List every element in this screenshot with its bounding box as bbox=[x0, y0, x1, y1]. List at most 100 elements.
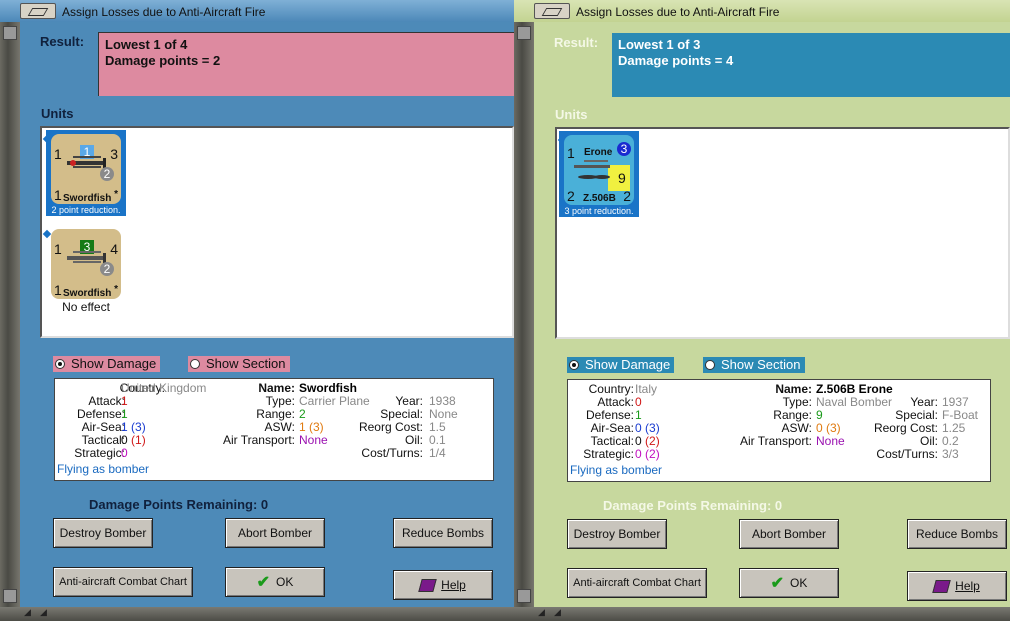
window-frame-bottom: ◢ ◢ bbox=[0, 607, 514, 621]
counter-name: Swordfish bbox=[63, 288, 112, 299]
reduce-bombs-label: Reduce Bombs bbox=[401, 526, 485, 540]
abort-bomber-button[interactable]: Abort Bomber bbox=[739, 519, 839, 549]
window-frame-bottom: ◢ ◢ bbox=[514, 607, 1010, 621]
damage-points-remaining: Damage Points Remaining: 0 bbox=[89, 497, 269, 512]
checkmark-icon: ✔ bbox=[770, 575, 785, 592]
destroy-bomber-button[interactable]: Destroy Bomber bbox=[567, 519, 667, 549]
result-label: Result: bbox=[40, 34, 85, 49]
window-title: Assign Losses due to Anti-Aircraft Fire bbox=[62, 5, 266, 19]
show-section-label: Show Section bbox=[721, 357, 801, 372]
abort-bomber-button[interactable]: Abort Bomber bbox=[225, 518, 325, 548]
title-bar[interactable]: Assign Losses due to Anti-Aircraft Fire bbox=[0, 0, 514, 22]
show-damage-radio[interactable]: Show Damage bbox=[53, 356, 161, 372]
counter-star: * bbox=[114, 189, 118, 200]
radio-unchecked-icon bbox=[705, 360, 715, 370]
resize-triangle-icon[interactable]: ◢ bbox=[24, 607, 31, 618]
counter-name: Z.506B bbox=[583, 193, 616, 204]
resize-triangle-icon[interactable]: ◢ bbox=[554, 607, 561, 618]
window-menu-button[interactable] bbox=[20, 3, 56, 19]
checkmark-icon: ✔ bbox=[256, 574, 271, 591]
aa-combat-chart-button[interactable]: Anti-aircraft Combat Chart bbox=[567, 568, 707, 598]
counter-star: * bbox=[114, 284, 118, 295]
ok-label: OK bbox=[276, 575, 294, 589]
reduce-bombs-label: Reduce Bombs bbox=[915, 527, 999, 541]
cost-turns-key: Cost/Turns: bbox=[361, 446, 423, 460]
ok-button[interactable]: ✔ OK bbox=[739, 568, 839, 598]
resize-triangle-icon[interactable]: ◢ bbox=[40, 607, 47, 618]
damage-points-remaining: Damage Points Remaining: 0 bbox=[603, 498, 783, 513]
unit-item[interactable]: 1 3 4 2 1 Swordfish * No effect bbox=[46, 225, 126, 315]
show-section-radio[interactable]: Show Section bbox=[188, 356, 290, 372]
result-line-2: Damage points = 2 bbox=[105, 53, 221, 68]
counter-bottom-left: 1 bbox=[54, 187, 62, 203]
unit-info-panel: Country: Italy Attack: 0 Defense: 1 Air-… bbox=[567, 379, 991, 482]
help-label: Help bbox=[955, 579, 980, 593]
country-value: United Kingdom bbox=[121, 381, 207, 395]
show-damage-radio[interactable]: Show Damage bbox=[567, 357, 675, 373]
frame-knob-icon bbox=[517, 26, 531, 40]
flying-as-link[interactable]: Flying as bomber bbox=[57, 463, 149, 476]
strategic-key: Strategic: bbox=[74, 446, 125, 460]
right-dialog-window: Assign Losses due to Anti-Aircraft Fire … bbox=[514, 0, 1010, 621]
ok-button[interactable]: ✔ OK bbox=[225, 567, 325, 597]
counter-circle: 2 bbox=[100, 167, 114, 181]
units-label: Units bbox=[555, 107, 588, 122]
aa-combat-chart-button[interactable]: Anti-aircraft Combat Chart bbox=[53, 567, 193, 597]
radio-unchecked-icon bbox=[190, 359, 200, 369]
units-list: 1 Erone 3 9 2 Z.506B 2 3 point reduction… bbox=[555, 127, 1010, 339]
unit-info-panel: Country: United Kingdom Attack: 1 Defens… bbox=[54, 378, 494, 481]
help-book-icon bbox=[932, 579, 951, 593]
destroy-bomber-label: Destroy Bomber bbox=[59, 526, 147, 540]
resize-triangle-icon[interactable]: ◢ bbox=[538, 607, 545, 618]
unit-counter[interactable]: 1 3 4 2 1 Swordfish * bbox=[51, 229, 121, 299]
result-line-1: Lowest 1 of 4 bbox=[105, 37, 188, 52]
counter-badge: 3 bbox=[617, 142, 631, 156]
unit-counter[interactable]: 1 1 3 2 1 Swordfish * bbox=[51, 134, 121, 204]
frame-knob-icon bbox=[517, 589, 531, 603]
result-label: Result: bbox=[554, 35, 599, 50]
show-section-radio[interactable]: Show Section bbox=[703, 357, 805, 373]
counter-top-left: 1 bbox=[54, 241, 62, 257]
window-menu-button[interactable] bbox=[534, 3, 570, 19]
cost-turns-value: 3/3 bbox=[942, 447, 959, 461]
reduce-bombs-button[interactable]: Reduce Bombs bbox=[393, 518, 493, 548]
help-button[interactable]: Help bbox=[393, 570, 493, 600]
show-section-label: Show Section bbox=[206, 356, 286, 371]
units-list: 1 1 3 2 1 Swordfish * 2 point reduction. bbox=[40, 126, 514, 338]
cost-turns-value: 1/4 bbox=[429, 446, 446, 460]
unit-note: 2 point reduction. bbox=[51, 205, 121, 215]
flying-as-link[interactable]: Flying as bomber bbox=[570, 464, 662, 477]
counter-mid-value: 9 bbox=[618, 170, 626, 186]
unit-item[interactable]: 1 1 3 2 1 Swordfish * 2 point reduction. bbox=[46, 130, 126, 216]
strategic-value: 0 (2) bbox=[635, 447, 660, 461]
window-title: Assign Losses due to Anti-Aircraft Fire bbox=[576, 5, 780, 19]
help-book-icon bbox=[418, 578, 437, 592]
ok-label: OK bbox=[790, 576, 808, 590]
counter-circle: 2 bbox=[100, 262, 114, 276]
counter-bottom-left: 1 bbox=[54, 282, 62, 298]
counter-bottom-left: 2 bbox=[567, 188, 575, 204]
show-damage-label: Show Damage bbox=[71, 356, 157, 371]
type-value: Carrier Plane bbox=[299, 394, 370, 408]
help-label: Help bbox=[441, 578, 466, 592]
strategic-key: Strategic: bbox=[583, 447, 634, 461]
title-bar[interactable]: Assign Losses due to Anti-Aircraft Fire bbox=[514, 0, 1010, 22]
result-line-1: Lowest 1 of 3 bbox=[618, 37, 701, 52]
destroy-bomber-button[interactable]: Destroy Bomber bbox=[53, 518, 153, 548]
counter-bottom-right: 2 bbox=[623, 188, 631, 204]
frame-knob-icon bbox=[3, 589, 17, 603]
help-button[interactable]: Help bbox=[907, 571, 1007, 601]
counter-top-right: 4 bbox=[110, 241, 118, 257]
result-line-2: Damage points = 4 bbox=[618, 53, 734, 68]
window-frame-left bbox=[514, 22, 534, 607]
air-transport-value: None bbox=[299, 433, 328, 447]
unit-item[interactable]: 1 Erone 3 9 2 Z.506B 2 3 point reduction… bbox=[559, 131, 639, 217]
type-value: Naval Bomber bbox=[816, 395, 893, 409]
abort-bomber-label: Abort Bomber bbox=[237, 526, 313, 540]
air-transport-key: Air Transport: bbox=[739, 434, 812, 448]
unit-counter[interactable]: 1 Erone 3 9 2 Z.506B 2 bbox=[564, 135, 634, 205]
window-frame-left bbox=[0, 22, 20, 607]
result-box: Lowest 1 of 4 Damage points = 2 bbox=[98, 32, 514, 96]
cost-turns-key: Cost/Turns: bbox=[876, 447, 938, 461]
reduce-bombs-button[interactable]: Reduce Bombs bbox=[907, 519, 1007, 549]
